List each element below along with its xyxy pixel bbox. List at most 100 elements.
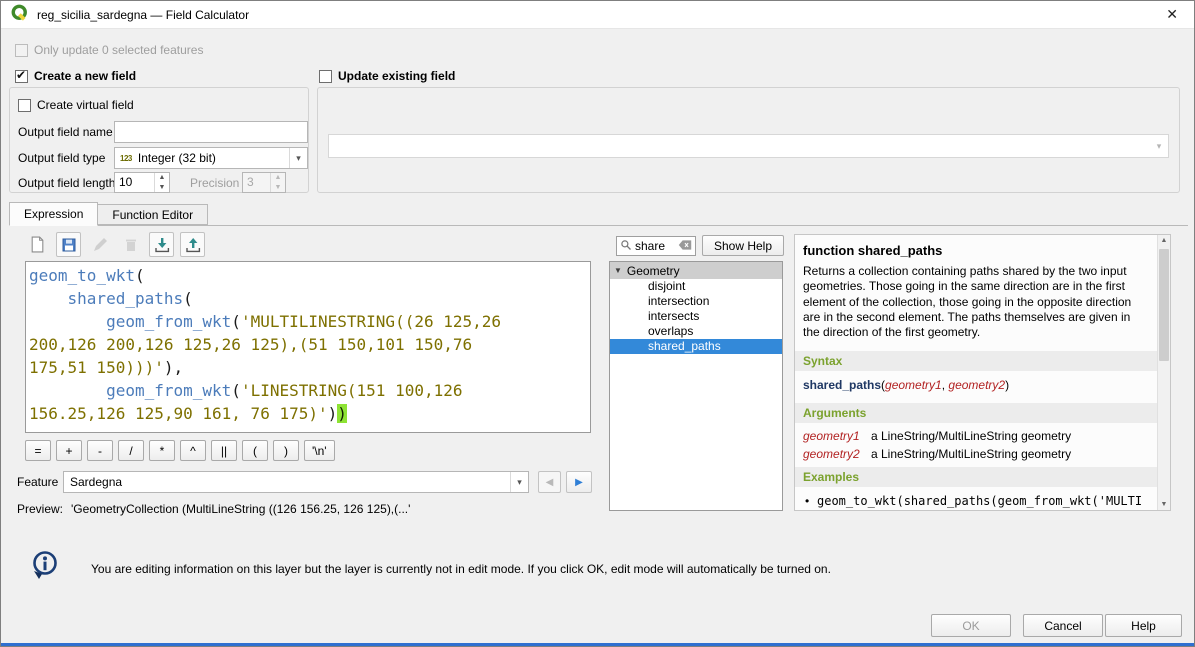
create-virtual-field-checkbox[interactable]: Create virtual field [18,98,134,112]
help-scrollbar[interactable]: ▲ ▼ [1157,235,1170,510]
ok-button[interactable]: OK [931,614,1011,637]
function-tree-item[interactable]: shared_paths [610,339,782,354]
syntax-signature: shared_paths(geometry1, geometry2) [795,371,1157,399]
operator-button[interactable]: '\n' [304,440,335,461]
existing-field-groupbox: ▾ [317,87,1180,193]
only-update-label: Only update 0 selected features [34,43,203,57]
new-field-groupbox: Create virtual field Output field name O… [9,87,309,193]
feature-value: Sardegna [64,475,510,489]
operator-button[interactable]: / [118,440,144,461]
output-field-length-value: 10 [115,173,154,192]
titlebar: reg_sicilia_sardegna — Field Calculator … [1,1,1194,29]
operator-button[interactable]: ( [242,440,268,461]
operator-button[interactable]: * [149,440,175,461]
qgis-logo-icon [11,4,29,25]
checkbox-icon [15,44,28,57]
function-tree-item[interactable]: disjoint [610,279,782,294]
only-update-checkbox: Only update 0 selected features [15,43,203,57]
function-tree-items: disjointintersectionintersectsoverlapssh… [610,279,782,354]
arrow-left-icon: ◀ [546,477,554,488]
update-existing-field-label: Update existing field [338,69,455,83]
cancel-button[interactable]: Cancel [1023,614,1103,637]
close-icon[interactable]: ✕ [1166,6,1178,23]
examples-header: Examples [795,467,1157,487]
precision-label: Precision [190,176,239,190]
function-tree-item[interactable]: intersects [610,309,782,324]
info-icon [27,549,61,586]
expand-triangle-icon[interactable]: ▼ [614,266,622,275]
help-arguments-list: geometry1a LineString/MultiLineString ge… [795,423,1157,463]
tab-function-editor[interactable]: Function Editor [98,204,208,225]
precision-value: 3 [243,173,270,192]
spin-up-icon: ▲ [271,173,285,183]
feature-label: Feature [17,475,58,489]
feature-select[interactable]: Sardegna ▾ [63,471,529,493]
tab-function-editor-label: Function Editor [112,208,193,222]
update-existing-field-checkbox[interactable]: Update existing field [319,69,455,83]
show-help-button[interactable]: Show Help [702,235,784,256]
output-field-type-select[interactable]: 123 Integer (32 bit) ▾ [114,147,308,169]
operator-button[interactable]: + [56,440,82,461]
help-content: function shared_paths Returns a collecti… [795,235,1157,510]
syntax-function-name: shared_paths [803,378,881,392]
output-field-name-input[interactable] [114,121,308,143]
expression-editor[interactable]: geom_to_wkt( shared_paths( geom_from_wkt… [25,261,591,433]
scrollbar-thumb[interactable] [1159,249,1169,361]
integer-type-icon: 123 [120,154,132,163]
edit-mode-warning: You are editing information on this laye… [91,562,851,576]
function-search[interactable] [616,236,696,256]
chevron-down-icon: ▾ [510,472,528,492]
import-expression-button[interactable] [149,232,174,257]
example-code-line-2: LINESTRING((26 125,26 200,126 200,126 12… [817,509,1153,510]
clear-search-icon[interactable] [678,239,692,254]
syntax-header: Syntax [795,351,1157,371]
tree-group-geometry[interactable]: ▼ Geometry [610,262,782,279]
help-panel: function shared_paths Returns a collecti… [794,234,1171,511]
syntax-arg2: geometry2 [948,378,1005,392]
output-field-length-stepper[interactable]: 10 ▲▼ [114,172,170,193]
precision-stepper: 3 ▲▼ [242,172,286,193]
delete-expression-button [118,232,143,257]
operator-button[interactable]: ) [273,440,299,461]
operator-button[interactable]: || [211,440,237,461]
preview-row: Preview: 'GeometryCollection (MultiLineSt… [17,502,410,516]
chevron-down-icon: ▾ [1150,135,1168,157]
expression-toolbar [25,232,205,257]
operator-button[interactable]: - [87,440,113,461]
tab-expression[interactable]: Expression [9,202,98,226]
bullet-icon: • [805,494,809,508]
spin-down-icon[interactable]: ▼ [155,183,169,193]
function-tree-item[interactable]: intersection [610,294,782,309]
spin-down-icon: ▼ [271,183,285,193]
expression-code: geom_to_wkt( shared_paths( geom_from_wkt… [29,264,587,425]
operator-button[interactable]: ^ [180,440,206,461]
edit-expression-button [87,232,112,257]
arrow-right-icon: ▶ [575,477,583,488]
create-new-field-checkbox[interactable]: Create a new field [15,69,136,83]
checkbox-icon [319,70,332,83]
feature-next-button[interactable]: ▶ [566,471,592,493]
scroll-up-icon[interactable]: ▲ [1158,237,1170,244]
syntax-close-paren: ) [1005,378,1009,392]
field-calculator-dialog: reg_sicilia_sardegna — Field Calculator … [0,0,1195,647]
operator-button[interactable]: = [25,440,51,461]
argument-row: geometry1a LineString/MultiLineString ge… [795,427,1157,445]
spin-up-icon[interactable]: ▲ [155,173,169,183]
save-expression-button[interactable] [56,232,81,257]
preview-value: 'GeometryCollection (MultiLineString ((1… [71,502,410,516]
help-title: function shared_paths [795,235,1157,264]
arguments-header: Arguments [795,403,1157,423]
create-new-field-label: Create a new field [34,69,136,83]
tree-group-label: Geometry [627,264,680,278]
help-button[interactable]: Help [1105,614,1182,637]
function-tree[interactable]: ▼ Geometry disjointintersectionintersect… [609,261,783,511]
new-expression-button[interactable] [25,232,50,257]
export-expression-button[interactable] [180,232,205,257]
create-virtual-field-label: Create virtual field [37,98,134,112]
window-title: reg_sicilia_sardegna — Field Calculator [37,8,249,22]
preview-label: Preview: [17,502,63,516]
scroll-down-icon[interactable]: ▼ [1158,501,1170,508]
function-tree-item[interactable]: overlaps [610,324,782,339]
help-example: • geom_to_wkt(shared_paths(geom_from_wkt… [795,487,1157,510]
function-search-input[interactable] [635,239,675,253]
